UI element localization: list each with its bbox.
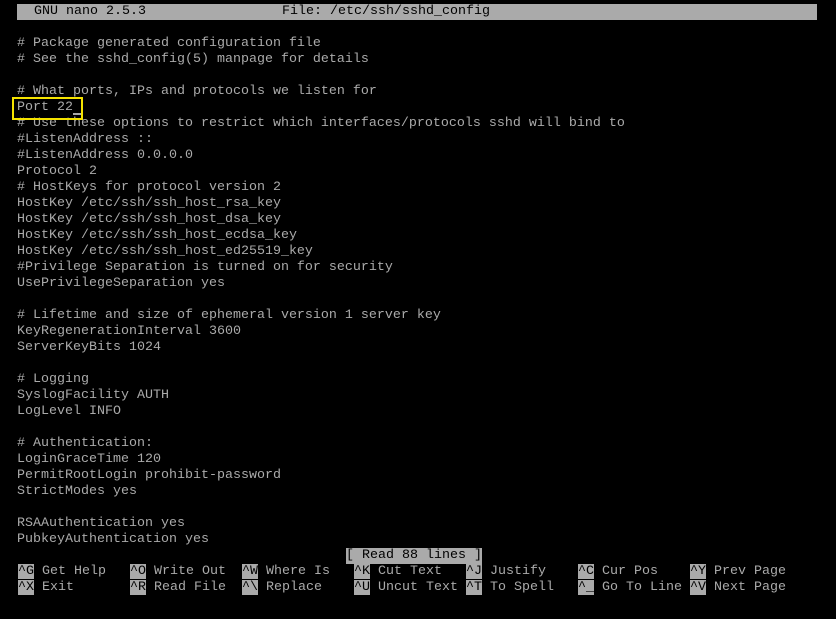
editor-line[interactable]: # What ports, IPs and protocols we liste…	[17, 84, 625, 100]
shortcut-to-spell[interactable]: ^T To Spell	[466, 580, 554, 596]
shortcut-label: Justify	[490, 564, 546, 579]
shortcut-label: Cut Text	[378, 564, 442, 579]
highlight-box	[12, 97, 83, 120]
shortcut-label: Where Is	[266, 564, 330, 579]
editor-line[interactable]	[17, 420, 625, 436]
shortcut-key: ^W	[242, 564, 258, 579]
editor-line[interactable]	[17, 356, 625, 372]
shortcut-key: ^X	[18, 580, 34, 595]
editor-line[interactable]: #Privilege Separation is turned on for s…	[17, 260, 625, 276]
editor-line[interactable]: ServerKeyBits 1024	[17, 340, 625, 356]
shortcut-label: Read File	[154, 580, 226, 595]
shortcut-key: ^R	[130, 580, 146, 595]
shortcut-key: ^C	[578, 564, 594, 579]
shortcut-key: ^V	[690, 580, 706, 595]
shortcut-key: ^K	[354, 564, 370, 579]
editor-line[interactable]: #ListenAddress ::	[17, 132, 625, 148]
app-version: GNU nano 2.5.3	[34, 4, 146, 19]
shortcut-next-page[interactable]: ^V Next Page	[690, 580, 786, 596]
editor-line[interactable]: PermitRootLogin prohibit-password	[17, 468, 625, 484]
shortcut-key: ^G	[18, 564, 34, 579]
shortcut-where-is[interactable]: ^W Where Is	[242, 564, 330, 580]
shortcut-label: Prev Page	[714, 564, 786, 579]
editor-line[interactable]: UsePrivilegeSeparation yes	[17, 276, 625, 292]
editor-line[interactable]: # Authentication:	[17, 436, 625, 452]
editor-line[interactable]	[17, 68, 625, 84]
editor-line[interactable]: PubkeyAuthentication yes	[17, 532, 625, 548]
shortcut-key: ^O	[130, 564, 146, 579]
shortcut-justify[interactable]: ^J Justify	[466, 564, 546, 580]
editor-buffer[interactable]: # Package generated configuration file # …	[17, 36, 625, 548]
shortcut-label: Exit	[42, 580, 74, 595]
shortcut-key: ^Y	[690, 564, 706, 579]
shortcut-cut-text[interactable]: ^K Cut Text	[354, 564, 442, 580]
editor-line[interactable]: StrictModes yes	[17, 484, 625, 500]
editor-line[interactable]: # See the sshd_config(5) manpage for det…	[17, 52, 625, 68]
shortcut-key: ^_	[578, 580, 594, 595]
shortcut-replace[interactable]: ^\ Replace	[242, 580, 322, 596]
shortcut-key: ^T	[466, 580, 482, 595]
shortcut-label: Uncut Text	[378, 580, 458, 595]
title-bar: GNU nano 2.5.3 File: /etc/ssh/sshd_confi…	[17, 4, 817, 20]
editor-line[interactable]: LoginGraceTime 120	[17, 452, 625, 468]
editor-line[interactable]: Protocol 2	[17, 164, 625, 180]
editor-line[interactable]: # Logging	[17, 372, 625, 388]
shortcut-label: To Spell	[490, 580, 554, 595]
editor-line[interactable]: HostKey /etc/ssh/ssh_host_ed25519_key	[17, 244, 625, 260]
shortcut-key: ^U	[354, 580, 370, 595]
editor-line[interactable]: HostKey /etc/ssh/ssh_host_dsa_key	[17, 212, 625, 228]
shortcut-prev-page[interactable]: ^Y Prev Page	[690, 564, 786, 580]
shortcut-read-file[interactable]: ^R Read File	[130, 580, 226, 596]
shortcut-label: Replace	[266, 580, 322, 595]
shortcut-label: Get Help	[42, 564, 106, 579]
file-name: File: /etc/ssh/sshd_config	[282, 4, 490, 19]
shortcut-cur-pos[interactable]: ^C Cur Pos	[578, 564, 658, 580]
text-cursor	[73, 113, 81, 115]
shortcut-go-to-line[interactable]: ^_ Go To Line	[578, 580, 682, 596]
status-message: [ Read 88 lines ]	[346, 548, 482, 564]
editor-line[interactable]	[17, 292, 625, 308]
editor-line[interactable]: LogLevel INFO	[17, 404, 625, 420]
editor-line[interactable]: HostKey /etc/ssh/ssh_host_ecdsa_key	[17, 228, 625, 244]
editor-line[interactable]: # Lifetime and size of ephemeral version…	[17, 308, 625, 324]
shortcut-uncut-text[interactable]: ^U Uncut Text	[354, 580, 458, 596]
shortcut-exit[interactable]: ^X Exit	[18, 580, 74, 596]
editor-line[interactable]: SyslogFacility AUTH	[17, 388, 625, 404]
editor-line[interactable]: # Package generated configuration file	[17, 36, 625, 52]
shortcut-write-out[interactable]: ^O Write Out	[130, 564, 226, 580]
shortcut-key: ^J	[466, 564, 482, 579]
shortcut-label: Next Page	[714, 580, 786, 595]
editor-line[interactable]: Port 22	[17, 100, 625, 116]
shortcut-key: ^\	[242, 580, 258, 595]
shortcut-label: Write Out	[154, 564, 226, 579]
shortcut-label: Cur Pos	[602, 564, 658, 579]
editor-line[interactable]: HostKey /etc/ssh/ssh_host_rsa_key	[17, 196, 625, 212]
editor-line[interactable]: # Use these options to restrict which in…	[17, 116, 625, 132]
editor-line[interactable]: #ListenAddress 0.0.0.0	[17, 148, 625, 164]
shortcut-get-help[interactable]: ^G Get Help	[18, 564, 106, 580]
editor-line[interactable]	[17, 500, 625, 516]
editor-line[interactable]: # HostKeys for protocol version 2	[17, 180, 625, 196]
shortcut-label: Go To Line	[602, 580, 682, 595]
editor-line[interactable]: RSAAuthentication yes	[17, 516, 625, 532]
editor-line[interactable]: KeyRegenerationInterval 3600	[17, 324, 625, 340]
